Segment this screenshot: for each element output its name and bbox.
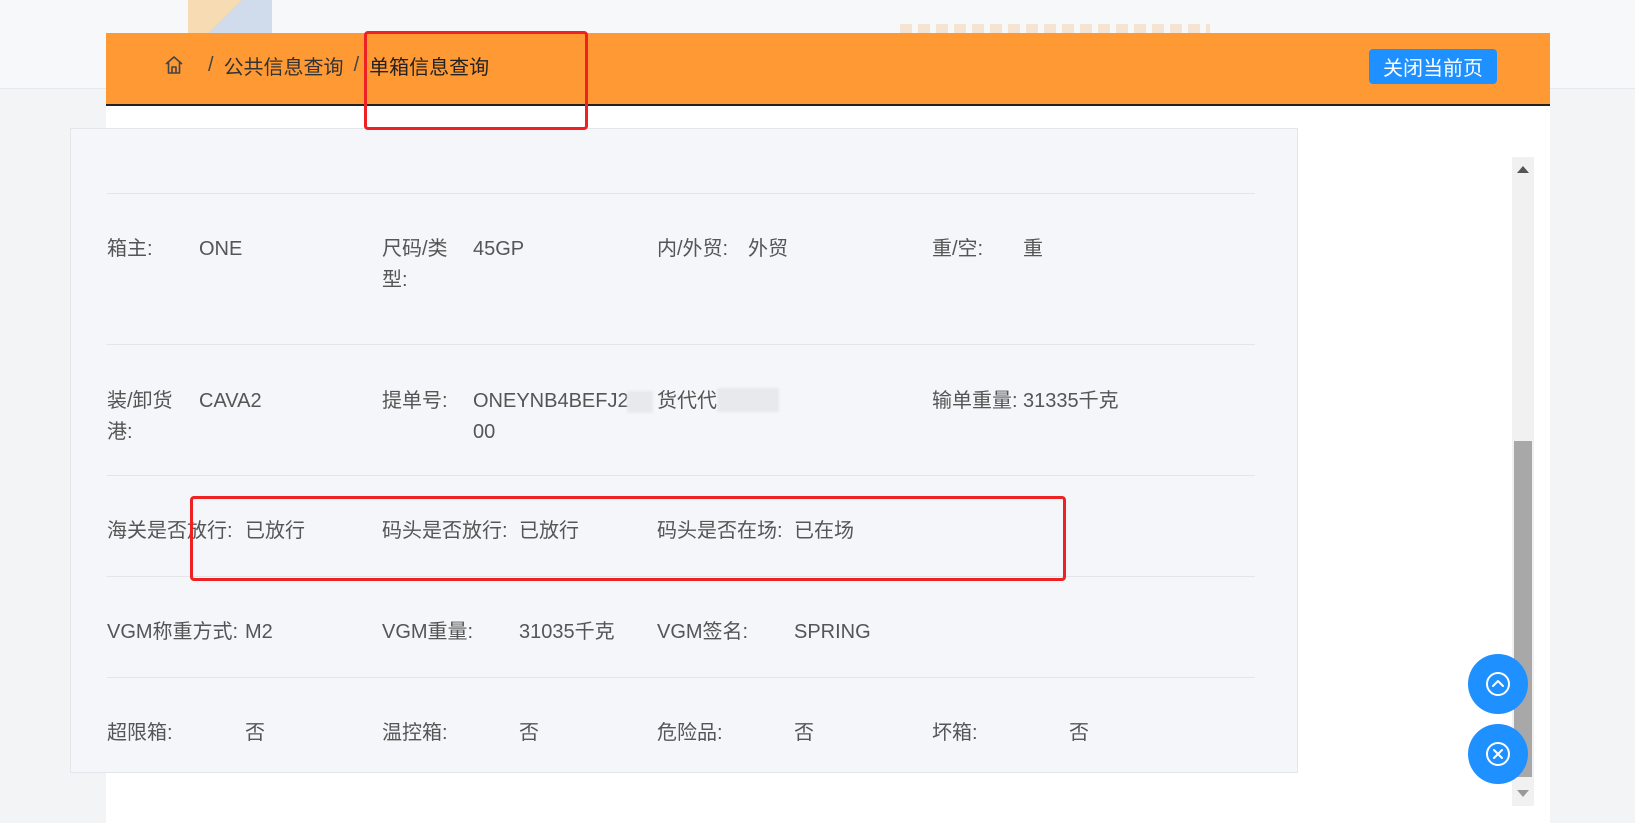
scroll-up-arrow-icon[interactable] (1517, 166, 1529, 173)
breadcrumb-separator: / (208, 53, 214, 76)
field-value-vgm-method: M2 (245, 621, 273, 643)
row-divider (107, 475, 1255, 476)
close-current-page-button[interactable]: 关闭当前页 (1369, 49, 1497, 84)
scroll-down-arrow-icon[interactable] (1517, 790, 1529, 797)
field-label-vgm-weight: VGM重量: (382, 621, 474, 643)
row-divider (107, 193, 1255, 194)
close-circle-icon (1486, 742, 1510, 766)
field-value-dangerous: 否 (794, 722, 814, 744)
field-value-trade-type: 外贸 (748, 238, 788, 260)
breadcrumb-current: 单箱信息查询 (369, 56, 490, 79)
field-value-bill-no: ONEYNB4BEFJ2 (473, 390, 629, 412)
close-circle-button[interactable] (1468, 724, 1528, 784)
redaction-blur (717, 388, 779, 412)
field-label-vgm-signature: VGM签名: (657, 621, 749, 643)
field-label-bill-no: 提单号: (382, 390, 448, 412)
background-logo (188, 0, 272, 34)
field-label-dangerous: 危险品: (657, 722, 723, 744)
field-label-customs-release: 海关是否放行: (107, 520, 233, 542)
field-value-terminal-release: 已放行 (519, 520, 579, 542)
field-value-bill-no-suffix: 00 (473, 421, 496, 443)
row-divider (107, 677, 1255, 678)
field-label-declared-weight: 输单重量: (932, 390, 1018, 412)
field-value-terminal-onsite: 已在场 (794, 520, 854, 542)
field-label-oversize: 超限箱: (107, 722, 173, 744)
field-label-full-empty: 重/空: (932, 238, 984, 260)
field-value-size-type: 45GP (473, 238, 525, 260)
home-icon[interactable] (164, 55, 184, 75)
field-value-port: CAVA2 (199, 390, 262, 412)
scrollbar-thumb[interactable] (1514, 441, 1532, 777)
page-header-bar: / 公共信息查询 / 单箱信息查询 关闭当前页 (106, 33, 1550, 106)
field-label-trade-type: 内/外贸: (657, 238, 729, 260)
field-value-owner: ONE (199, 238, 243, 260)
scroll-top-icon (1486, 672, 1510, 696)
scroll-top-button[interactable] (1468, 654, 1528, 714)
row-divider (107, 344, 1255, 345)
field-value-vgm-weight: 31035千克 (519, 621, 615, 643)
field-label-port: 装/卸货港: (107, 390, 173, 443)
field-value-vgm-signature: SPRING (794, 621, 871, 643)
field-value-declared-weight: 31335千克 (1023, 390, 1119, 412)
container-info-panel: 箱主: ONE 尺码/类型: 45GP 内/外贸: 外贸 重/空: 重 装/卸货… (70, 128, 1298, 773)
field-label-reefer: 温控箱: (382, 722, 448, 744)
field-value-damaged: 否 (1069, 722, 1089, 744)
field-value-oversize: 否 (245, 722, 265, 744)
field-value-full-empty: 重 (1023, 238, 1043, 260)
redaction-blur (627, 391, 653, 413)
field-label-owner: 箱主: (107, 238, 153, 260)
field-label-vgm-method: VGM称重方式: (107, 621, 239, 643)
row-divider (107, 576, 1255, 577)
breadcrumb: / 公共信息查询 / 单箱信息查询 (164, 49, 489, 81)
breadcrumb-separator: / (353, 53, 360, 76)
field-label-damaged: 坏箱: (932, 722, 978, 744)
field-value-reefer: 否 (519, 722, 539, 744)
field-value-customs-release: 已放行 (245, 520, 305, 542)
field-label-terminal-release: 码头是否放行: (382, 520, 508, 542)
vertical-scrollbar[interactable] (1512, 157, 1534, 806)
breadcrumb-public-query[interactable]: 公共信息查询 (224, 51, 344, 80)
field-label-terminal-onsite: 码头是否在场: (657, 520, 783, 542)
field-label-size-type: 尺码/类型: (382, 238, 448, 291)
